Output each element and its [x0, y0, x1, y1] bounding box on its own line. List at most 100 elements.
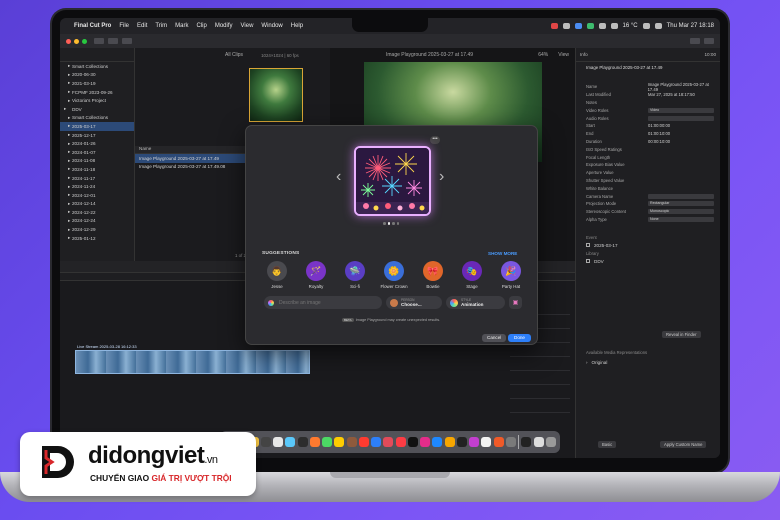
library-item[interactable]: ▸ 2024-12-22	[60, 208, 134, 217]
library-item[interactable]: ▸ 2025-03-17	[60, 122, 134, 131]
dock-app-icon[interactable]	[334, 437, 345, 447]
disclosure-triangle-icon[interactable]: ▸	[64, 149, 72, 155]
minimize-window-button[interactable]	[74, 38, 79, 44]
wifi-icon[interactable]	[610, 23, 618, 29]
metadata-popup[interactable]	[648, 115, 714, 121]
describe-image-input[interactable]	[279, 299, 375, 306]
dock-app-icon[interactable]	[358, 437, 369, 447]
menu-app-name[interactable]: Final Cut Pro	[74, 23, 111, 29]
menu-clip[interactable]: Clip	[196, 23, 206, 29]
menu-edit[interactable]: Edit	[137, 23, 147, 29]
disclosure-triangle-icon[interactable]: ▸	[64, 72, 72, 78]
menu-clock[interactable]: Thu Mar 27 18:18	[667, 23, 714, 29]
menu-mark[interactable]: Mark	[175, 23, 188, 29]
menu-help[interactable]: Help	[291, 23, 303, 29]
library-item[interactable]: ▸ Smart Collections	[60, 62, 134, 71]
clip-filter-menu[interactable]: All Clips	[225, 52, 243, 58]
dock-app-icon[interactable]	[383, 437, 394, 447]
library-item[interactable]: ▸ 2020-06-30	[60, 71, 134, 80]
record-status-icon[interactable]	[550, 23, 558, 29]
disclosure-triangle-icon[interactable]: ▸	[64, 80, 72, 86]
disclosure-triangle-icon[interactable]: ▸	[64, 227, 72, 233]
close-window-button[interactable]	[66, 38, 71, 44]
library-item[interactable]: ▸ FCPMF 2023-09-26	[60, 88, 134, 97]
search-icon[interactable]	[642, 23, 650, 29]
control-center-icon[interactable]	[654, 23, 662, 29]
disclosure-triangle-icon[interactable]: ▸	[64, 192, 72, 198]
page-indicator[interactable]	[383, 222, 399, 225]
menu-modify[interactable]: Modify	[215, 23, 233, 29]
library-item[interactable]: ▸ 2021-03-19	[60, 79, 134, 88]
generated-image[interactable]	[354, 146, 431, 216]
import-button[interactable]	[94, 38, 104, 44]
menu-window[interactable]: Window	[261, 23, 282, 29]
chevron-right-icon[interactable]: ›	[439, 168, 444, 186]
suggestion-sci-fi[interactable]: 🛸 Sci-fi	[338, 261, 372, 289]
library-item[interactable]: ▸ DDV	[60, 105, 134, 114]
style-picker[interactable]: STYLE Animation	[446, 296, 505, 309]
more-options-button[interactable]: •••	[430, 136, 440, 144]
library-item[interactable]: ▸ 2024-11-18	[60, 165, 134, 174]
keywords-button[interactable]	[108, 38, 118, 44]
dock-app-icon[interactable]	[493, 437, 504, 447]
zoom-window-button[interactable]	[82, 38, 87, 44]
dock-app-icon[interactable]	[456, 437, 467, 447]
dock-app-icon[interactable]	[297, 437, 308, 447]
info-tab[interactable]: Info	[580, 52, 588, 57]
zoom-menu[interactable]: 64%	[538, 52, 548, 58]
view-menu[interactable]: View	[558, 52, 569, 58]
dock-app-icon[interactable]	[481, 437, 492, 447]
chevron-left-icon[interactable]: ‹	[336, 168, 341, 186]
dock-app-icon[interactable]	[371, 437, 381, 447]
wechat-icon[interactable]	[586, 23, 594, 29]
add-image-button[interactable]: ▣	[509, 296, 522, 309]
suggestion-stage[interactable]: 🎭 Stage	[455, 261, 489, 289]
library-item[interactable]: ▸ 2024-12-14	[60, 200, 134, 209]
dock-app-icon[interactable]	[395, 437, 406, 447]
dock-app-icon[interactable]	[469, 437, 479, 447]
show-more-link[interactable]: SHOW MORE	[488, 251, 517, 256]
library-item[interactable]: ▸ 2024-11-24	[60, 182, 134, 191]
weather-readout[interactable]: 16 °C	[623, 23, 638, 29]
metadata-popup[interactable]: Rectangular	[648, 201, 714, 207]
disclosure-triangle-icon[interactable]: ▸	[64, 89, 72, 95]
dock-app-icon[interactable]	[346, 437, 357, 447]
library-item[interactable]: ▸ 2025-01-12	[60, 234, 134, 243]
reveal-in-finder-button[interactable]: Reveal in Finder	[662, 331, 701, 338]
dock-app-icon[interactable]	[407, 437, 418, 447]
dock-app-icon[interactable]	[521, 437, 532, 447]
apply-custom-name-button[interactable]: Apply Custom Name	[660, 441, 707, 448]
messenger-icon[interactable]	[574, 23, 582, 29]
metadata-popup[interactable]: Video	[648, 107, 714, 113]
disclosure-triangle-icon[interactable]: ▸	[64, 166, 72, 172]
library-item[interactable]: ▸ 2024-12-01	[60, 191, 134, 200]
dock-app-icon[interactable]	[273, 437, 283, 447]
metadata-popup[interactable]: Monoscopic	[648, 209, 714, 215]
disclosure-triangle-icon[interactable]: ▸	[64, 201, 72, 207]
dock-app-icon[interactable]	[505, 437, 516, 447]
metadata-popup[interactable]: None	[648, 216, 714, 222]
suggestion-party-hat[interactable]: 🎉 Party Hat	[494, 261, 528, 289]
suggestion-royalty[interactable]: 🪄 Royalty	[299, 261, 333, 289]
dock-app-icon[interactable]	[444, 437, 455, 447]
disclosure-triangle-icon[interactable]: ▸	[64, 218, 72, 224]
basic-button[interactable]: Basic	[598, 441, 617, 448]
dock-app-icon[interactable]	[285, 437, 296, 447]
disclosure-triangle-icon[interactable]: ▸	[64, 158, 72, 164]
menu-file[interactable]: File	[119, 23, 129, 29]
library-item[interactable]: ▸ 2024-12-29	[60, 225, 134, 234]
disclosure-triangle-icon[interactable]: ▸	[64, 106, 72, 112]
timeline-clip[interactable]	[75, 350, 310, 374]
menu-trim[interactable]: Trim	[155, 23, 167, 29]
background-tasks-button[interactable]	[122, 38, 132, 44]
disclosure-triangle-icon[interactable]: ▸	[64, 141, 72, 147]
library-item[interactable]: ▸ 2024-11-08	[60, 157, 134, 166]
dock-app-icon[interactable]	[545, 437, 556, 447]
layout-toggle-button[interactable]	[690, 38, 700, 44]
disclosure-triangle-icon[interactable]: ▸	[64, 98, 72, 104]
original-representation[interactable]: › Original	[576, 358, 720, 366]
library-item[interactable]: ▸ Smart Collections	[60, 114, 134, 123]
library-item[interactable]: ▸ 2024-11-17	[60, 174, 134, 183]
dock-app-icon[interactable]	[260, 437, 271, 447]
library-item[interactable]: ▸ Victoria's Project	[60, 96, 134, 105]
